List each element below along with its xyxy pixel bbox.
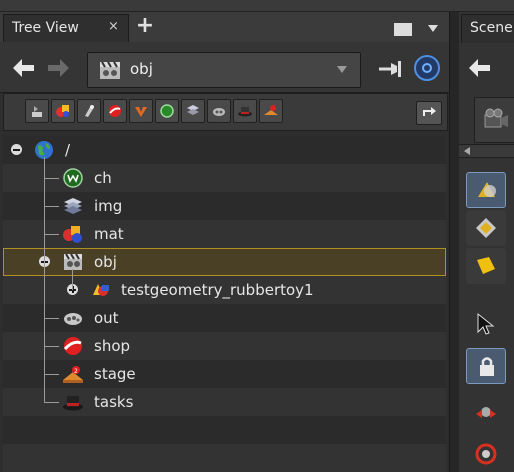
dynamics-select-tool[interactable] xyxy=(466,248,506,284)
tree-label: / xyxy=(65,141,71,159)
back-arrow-icon[interactable] xyxy=(12,58,36,78)
tree-label: stage xyxy=(94,365,136,383)
stage-icon: 2 xyxy=(63,366,83,383)
material-icon xyxy=(63,226,82,243)
sop-icon[interactable] xyxy=(25,99,49,123)
tree-row-out[interactable]: out xyxy=(3,304,446,332)
channel-icon[interactable] xyxy=(155,99,179,123)
rotate-handle-icon xyxy=(475,443,497,465)
tree-row-shop[interactable]: shop xyxy=(3,332,446,360)
back-arrow-icon[interactable] xyxy=(468,58,492,78)
vop-icon[interactable] xyxy=(129,99,153,123)
camera-menu[interactable] xyxy=(474,97,514,143)
select-dynamics-icon xyxy=(477,257,495,274)
refresh-button[interactable] xyxy=(416,101,442,125)
transform-tool[interactable] xyxy=(466,394,506,430)
tree-row-empty xyxy=(3,444,446,472)
output-icon[interactable] xyxy=(207,99,231,123)
tree-row-empty xyxy=(3,416,446,444)
path-field[interactable]: obj xyxy=(87,52,361,88)
tree-connector xyxy=(44,206,59,207)
tree-label: out xyxy=(94,309,119,327)
tree-connector xyxy=(44,157,45,402)
clapboard-icon xyxy=(100,61,120,79)
tree-row-testgeometry[interactable]: testgeometry_rubbertoy1 xyxy=(3,276,446,304)
shop-icon xyxy=(63,337,82,355)
tab-label: Scene xyxy=(470,20,513,36)
image-icon[interactable] xyxy=(181,99,205,123)
tree-row-stage[interactable]: 2 stage xyxy=(3,360,446,388)
chevron-down-icon[interactable] xyxy=(428,25,438,32)
tree-connector xyxy=(44,374,59,375)
collapse-icon[interactable] xyxy=(11,144,22,155)
rotate-tool[interactable] xyxy=(466,436,506,472)
cursor-arrow-icon xyxy=(477,312,495,335)
camera-icon xyxy=(484,108,508,128)
tree-row-obj[interactable]: obj xyxy=(3,248,446,276)
tree-label: shop xyxy=(94,337,131,355)
lock-tool[interactable] xyxy=(466,348,506,384)
compositing-icon[interactable] xyxy=(51,99,75,123)
tree-connector xyxy=(44,234,59,235)
tree-connector xyxy=(44,178,59,179)
tree-connector xyxy=(72,269,73,290)
select-geometry-icon xyxy=(476,218,496,238)
task-icon[interactable] xyxy=(233,99,257,123)
tree-connector xyxy=(44,402,59,403)
tab-scene[interactable]: Scene xyxy=(461,14,514,43)
chop-icon[interactable] xyxy=(77,99,101,123)
select-objects-icon xyxy=(478,182,496,197)
geometry-icon xyxy=(93,284,109,296)
tree-label: ch xyxy=(94,169,112,187)
image-stack-icon xyxy=(64,198,82,214)
task-hat-icon xyxy=(63,396,83,411)
tree-label: img xyxy=(94,197,123,215)
transform-handle-icon xyxy=(476,407,496,418)
forward-arrow-icon[interactable] xyxy=(46,58,70,78)
tree-connector xyxy=(44,346,59,347)
tree-list: / ch img mat obj testgeometry_rubbertoy1… xyxy=(3,136,446,472)
tree-row-img[interactable]: img xyxy=(3,192,446,220)
tree-label: tasks xyxy=(94,393,134,411)
tab-label: Tree View xyxy=(12,20,79,36)
dropdown-arrow-icon[interactable] xyxy=(337,66,347,73)
output-icon xyxy=(64,313,82,325)
svg-text:2: 2 xyxy=(74,368,78,375)
tab-tree-view[interactable]: Tree View × xyxy=(3,14,129,43)
channel-icon xyxy=(63,168,83,188)
object-select-tool[interactable] xyxy=(466,172,506,208)
menu-strip xyxy=(0,0,514,12)
maximize-icon[interactable] xyxy=(394,23,412,36)
select-tool[interactable] xyxy=(466,306,506,342)
tree-connector xyxy=(44,318,59,319)
lock-icon xyxy=(480,357,494,376)
tree-label: mat xyxy=(94,225,124,243)
tree-row-root[interactable]: / xyxy=(3,136,446,164)
clapboard-icon xyxy=(64,253,82,270)
stage-icon[interactable] xyxy=(259,99,283,123)
link-icon[interactable] xyxy=(414,55,440,81)
tree-label: obj xyxy=(94,253,117,271)
tree-row-mat[interactable]: mat xyxy=(3,220,446,248)
tree-label: testgeometry_rubbertoy1 xyxy=(121,281,314,299)
close-tab-icon[interactable]: × xyxy=(108,19,119,34)
refresh-icon xyxy=(423,107,436,116)
pin-icon[interactable] xyxy=(377,58,403,80)
tree-row-ch[interactable]: ch xyxy=(3,164,446,192)
scroll-left-icon[interactable] xyxy=(464,147,470,155)
geometry-select-tool[interactable] xyxy=(466,210,506,246)
add-tab-button[interactable]: + xyxy=(134,14,156,40)
shop-icon[interactable] xyxy=(103,99,127,123)
path-text: obj xyxy=(130,60,153,78)
tree-row-tasks[interactable]: tasks xyxy=(3,388,446,416)
